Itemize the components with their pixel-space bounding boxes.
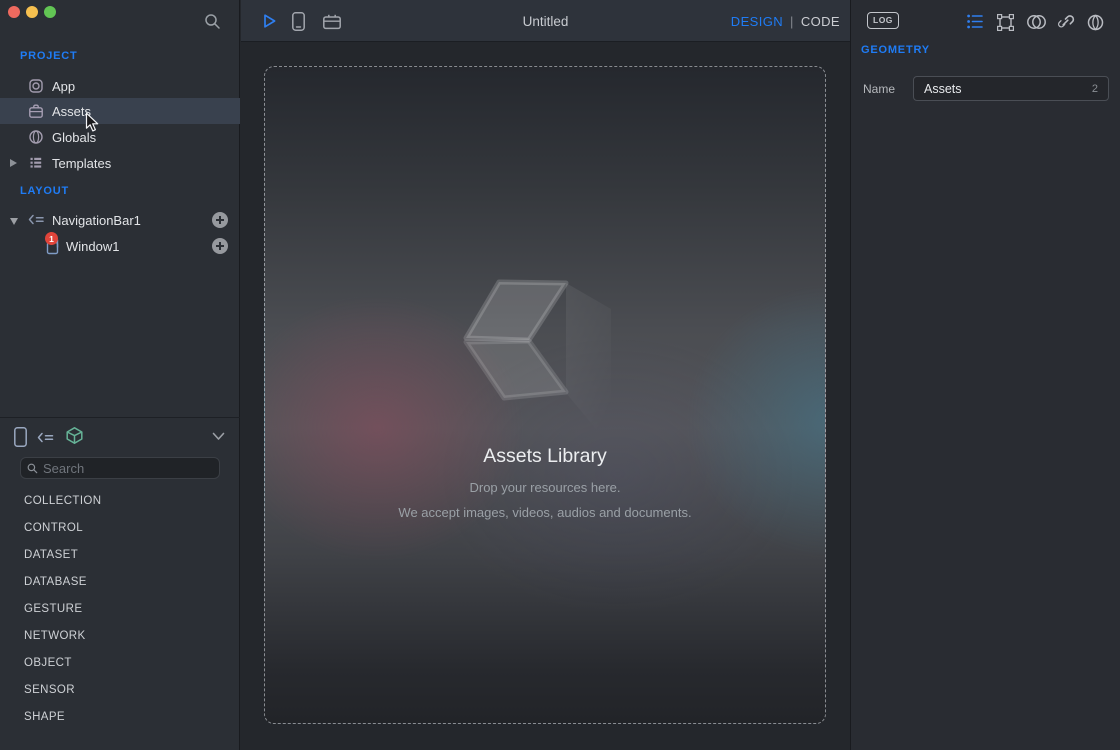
geometry-section-header: GEOMETRY <box>861 44 930 56</box>
app-icon <box>28 78 44 94</box>
category-object[interactable]: OBJECT <box>24 649 224 676</box>
briefcase-icon <box>28 103 44 119</box>
globe-icon <box>28 129 44 145</box>
category-collection[interactable]: COLLECTION <box>24 487 224 514</box>
dropzone-subtitle: Drop your resources here. <box>265 480 825 495</box>
tab-code[interactable]: CODE <box>801 14 840 29</box>
category-gesture[interactable]: GESTURE <box>24 595 224 622</box>
sidebar-item-app[interactable]: App <box>0 73 240 99</box>
sidebar-item-navigationbar1[interactable]: NavigationBar1 <box>0 207 240 233</box>
dropzone-description: We accept images, videos, audios and doc… <box>265 505 825 520</box>
sidebar-item-label: Window1 <box>66 239 119 254</box>
navigationbar-icon <box>26 212 46 227</box>
mouse-cursor <box>85 112 100 133</box>
category-sensor[interactable]: SENSOR <box>24 676 224 703</box>
library-toolbar <box>0 424 240 450</box>
document-title: Untitled <box>523 14 569 29</box>
sidebar-item-window1[interactable]: Window1 <box>0 233 240 259</box>
sidebar-item-label: App <box>52 79 75 94</box>
sidebar-item-assets[interactable]: Assets <box>0 98 240 124</box>
close-button[interactable] <box>8 6 20 18</box>
category-shape[interactable]: SHAPE <box>24 703 224 730</box>
name-input[interactable]: Assets 2 <box>913 76 1109 101</box>
disclosure-down-icon[interactable] <box>9 217 19 226</box>
frame-select-icon[interactable] <box>996 13 1015 32</box>
device-preview-button[interactable] <box>291 11 306 32</box>
minimize-button[interactable] <box>26 6 38 18</box>
link-icon[interactable] <box>1056 13 1075 32</box>
play-button[interactable] <box>260 12 278 30</box>
category-dataset[interactable]: DATASET <box>24 541 224 568</box>
search-icon <box>27 462 38 475</box>
category-control[interactable]: CONTROL <box>24 514 224 541</box>
category-network[interactable]: NETWORK <box>24 622 224 649</box>
search-input[interactable] <box>43 461 213 476</box>
device-icon[interactable] <box>13 426 28 448</box>
error-badge: 1 <box>45 232 58 245</box>
blend-venn-icon[interactable] <box>1026 13 1047 31</box>
assets-briefcase-button[interactable] <box>322 13 342 30</box>
layout-section-header: LAYOUT <box>20 185 69 197</box>
zoom-button[interactable] <box>44 6 56 18</box>
left-sidebar: PROJECT App Assets Globals <box>0 0 240 750</box>
name-field-label: Name <box>863 82 895 96</box>
search-icon[interactable] <box>204 13 221 30</box>
visibility-eye-icon[interactable] <box>1086 13 1105 32</box>
app-window: { "toolbar": { "title": "Untitled", "des… <box>0 0 1120 750</box>
sidebar-item-label: Templates <box>52 156 111 171</box>
inspector-panel: LOG GEOMETRY Name Assets 2 <box>850 0 1120 750</box>
add-layer-button[interactable] <box>212 238 228 254</box>
sidebar-item-globals[interactable]: Globals <box>0 124 240 150</box>
templates-icon <box>28 155 44 171</box>
tab-design[interactable]: DESIGN <box>731 14 783 29</box>
add-layer-button[interactable] <box>212 212 228 228</box>
name-count-badge: 2 <box>1092 83 1098 95</box>
mode-switch: DESIGN | CODE <box>731 14 840 29</box>
project-section-header: PROJECT <box>20 50 78 62</box>
sidebar-item-templates[interactable]: Templates <box>0 150 240 176</box>
assets-dropzone[interactable]: Assets Library Drop your resources here.… <box>264 66 826 724</box>
chevron-down-icon[interactable] <box>212 432 225 441</box>
sidebar-divider <box>0 417 240 418</box>
disclosure-right-icon[interactable] <box>9 158 18 168</box>
properties-list-icon[interactable] <box>966 13 984 30</box>
canvas-toolbar: Untitled DESIGN | CODE <box>241 0 850 42</box>
log-button[interactable]: LOG <box>867 12 899 29</box>
kite-logo <box>459 265 631 457</box>
navigationbar-tab-icon[interactable] <box>35 430 56 445</box>
mode-separator: | <box>790 14 794 29</box>
canvas-area: Assets Library Drop your resources here.… <box>241 42 850 750</box>
name-value: Assets <box>924 82 962 96</box>
dropzone-title: Assets Library <box>265 445 825 468</box>
sidebar-item-label: NavigationBar1 <box>52 213 141 228</box>
cube-icon[interactable] <box>65 426 84 445</box>
library-search-field[interactable] <box>20 457 220 479</box>
category-database[interactable]: DATABASE <box>24 568 224 595</box>
